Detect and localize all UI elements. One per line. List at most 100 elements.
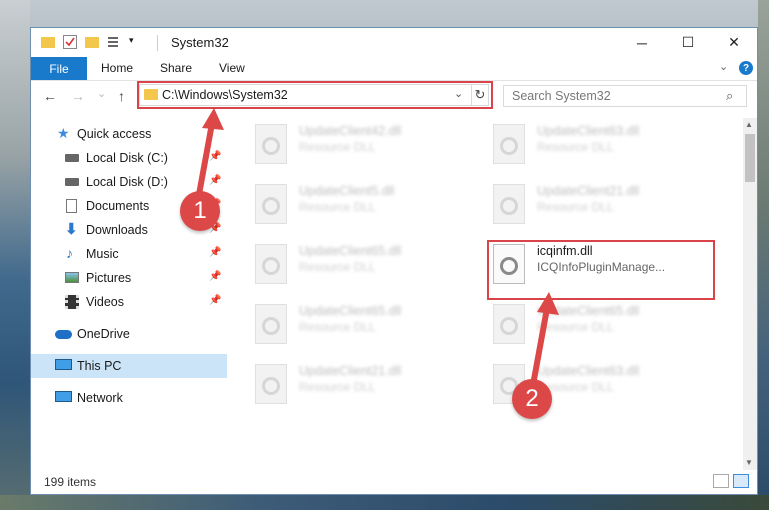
sidebar-item-pictures[interactable]: Pictures 📌 (31, 266, 227, 290)
title-bar: ▾ System32 ─ ☐ ✕ (31, 28, 757, 57)
details-view-icon[interactable] (713, 474, 729, 488)
file-item[interactable]: UpdateClient21.dll Resource DLL (253, 362, 473, 418)
file-highlight-box (487, 240, 715, 300)
navigation-pane: ★ Quick access Local Disk (C:) 📌 Local D… (31, 118, 227, 470)
new-folder-icon[interactable] (85, 37, 99, 48)
search-placeholder: Search System32 (512, 89, 611, 103)
file-item[interactable]: UpdateClient21.dll Resource DLL (491, 182, 711, 238)
network-icon (55, 391, 72, 402)
search-input[interactable]: Search System32 ⌕ (503, 85, 747, 107)
music-icon: ♪ (66, 245, 73, 261)
search-icon[interactable]: ⌕ (726, 88, 733, 104)
file-item[interactable]: UpdateClient42.dll Resource DLL (253, 122, 473, 178)
properties-icon[interactable] (63, 35, 77, 49)
dll-file-icon (255, 304, 287, 344)
navigation-bar: ← → ⌄ ↑ C:\Windows\System32 ⌄ ↻ Search S… (31, 81, 757, 113)
file-item[interactable]: UpdateClient5.dll Resource DLL (253, 182, 473, 238)
pin-icon: 📌 (209, 151, 222, 162)
file-name: UpdateClient65.dll (299, 244, 402, 258)
pin-icon: 📌 (209, 175, 222, 186)
file-name: UpdateClient21.dll (537, 184, 640, 198)
recent-locations-button[interactable]: ⌄ (97, 87, 106, 100)
computer-icon (55, 359, 72, 370)
customize-toolbar-icon[interactable] (107, 35, 121, 49)
dll-file-icon (493, 304, 525, 344)
file-item[interactable]: UpdateClient65.dll Resource DLL (253, 242, 473, 298)
sidebar-item-label: Downloads (86, 223, 148, 237)
callout-badge-2: 2 (512, 379, 552, 419)
download-icon: ⬇ (65, 221, 78, 238)
title-separator (157, 35, 158, 51)
dll-file-icon (255, 244, 287, 284)
dll-file-icon (255, 184, 287, 224)
video-icon (65, 295, 79, 309)
scroll-down-icon[interactable]: ▼ (745, 458, 753, 467)
scroll-thumb[interactable] (745, 134, 755, 182)
star-icon: ★ (57, 125, 70, 141)
item-count: 199 items (44, 475, 97, 489)
maximize-button[interactable]: ☐ (665, 28, 711, 57)
pin-icon: 📌 (209, 247, 222, 258)
desktop-background-left (0, 0, 30, 510)
file-explorer-window: ▾ System32 ─ ☐ ✕ File Home Share View ⌄ … (30, 27, 758, 495)
close-button[interactable]: ✕ (711, 28, 757, 57)
scroll-up-icon[interactable]: ▲ (745, 120, 753, 129)
tab-share[interactable]: Share (160, 61, 192, 75)
sidebar-item-videos[interactable]: Videos 📌 (31, 290, 227, 314)
dll-file-icon (493, 124, 525, 164)
sidebar-item-music[interactable]: ♪ Music 📌 (31, 242, 227, 266)
address-highlight-box (137, 81, 493, 109)
file-type: Resource DLL (299, 320, 376, 334)
file-type: Resource DLL (537, 200, 614, 214)
sidebar-item-label: OneDrive (77, 327, 130, 341)
desktop-background-bottom (0, 495, 769, 510)
sidebar-item-label: Videos (86, 295, 124, 309)
sidebar-item-local-disk-c[interactable]: Local Disk (C:) 📌 (31, 146, 227, 170)
drive-icon (65, 178, 79, 186)
back-button[interactable]: ← (43, 88, 57, 104)
forward-button[interactable]: → (71, 88, 85, 104)
sidebar-item-onedrive[interactable]: OneDrive (31, 322, 227, 346)
sidebar-item-label: Local Disk (C:) (86, 151, 168, 165)
desktop-background-right (758, 0, 769, 510)
folder-icon (41, 37, 55, 48)
picture-icon (65, 272, 79, 283)
minimize-button[interactable]: ─ (619, 28, 665, 57)
file-item[interactable]: UpdateClient65.dll Resource DLL (253, 302, 473, 358)
quick-access-dropdown-icon[interactable]: ▾ (129, 35, 143, 49)
status-bar: 199 items (31, 470, 757, 494)
file-name: UpdateClient65.dll (537, 304, 640, 318)
file-item[interactable]: UpdateClient63.dll Resource DLL (491, 122, 711, 178)
file-name: UpdateClient63.dll (537, 124, 640, 138)
help-icon[interactable]: ? (739, 61, 753, 75)
sidebar-item-label: This PC (77, 359, 122, 373)
file-name: UpdateClient5.dll (299, 184, 395, 198)
sidebar-item-label: Documents (86, 199, 150, 213)
ribbon-tabs: File Home Share View ⌄ ? (31, 57, 757, 81)
file-type: Resource DLL (299, 380, 376, 394)
file-type: Resource DLL (299, 140, 376, 154)
tab-file[interactable]: File (31, 57, 87, 80)
drive-icon (65, 154, 79, 162)
sidebar-item-quick-access[interactable]: ★ Quick access (31, 122, 227, 146)
cloud-icon (55, 330, 72, 339)
large-icons-view-icon[interactable] (733, 474, 749, 488)
sidebar-item-label: Network (77, 391, 123, 405)
file-name: UpdateClient63.dll (537, 364, 640, 378)
file-type: Resource DLL (537, 320, 614, 334)
file-name: UpdateClient42.dll (299, 124, 402, 138)
sidebar-item-network[interactable]: Network (31, 386, 227, 410)
file-item[interactable]: UpdateClient65.dll Resource DLL (491, 302, 711, 358)
sidebar-item-label: Local Disk (D:) (86, 175, 168, 189)
expand-ribbon-icon[interactable]: ⌄ (719, 60, 728, 73)
tab-view[interactable]: View (219, 61, 245, 75)
up-button[interactable]: ↑ (118, 88, 125, 104)
tab-home[interactable]: Home (101, 61, 133, 75)
dll-file-icon (493, 184, 525, 224)
file-name: UpdateClient65.dll (299, 304, 402, 318)
vertical-scrollbar[interactable]: ▲ ▼ (743, 118, 757, 470)
sidebar-item-this-pc[interactable]: This PC (31, 354, 227, 378)
pin-icon: 📌 (209, 271, 222, 282)
sidebar-item-label: Quick access (77, 127, 152, 141)
file-type: Resource DLL (299, 260, 376, 274)
